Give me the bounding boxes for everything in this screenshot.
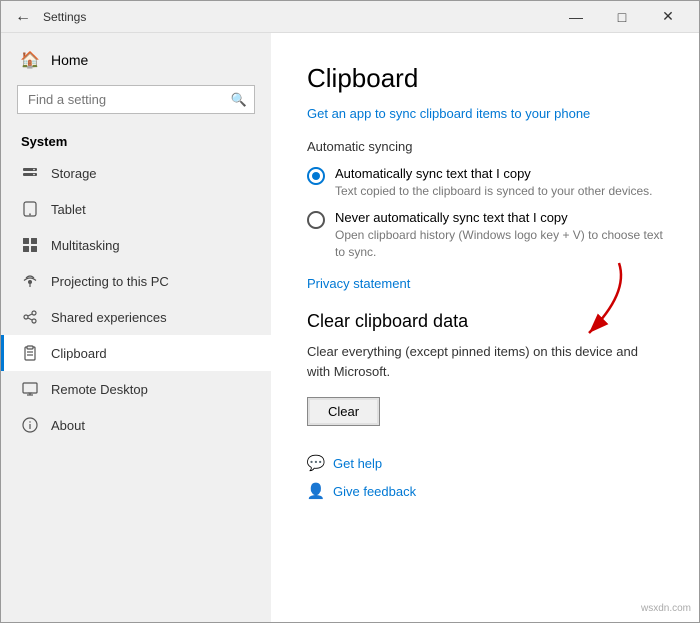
help-icon: 💬 xyxy=(307,454,325,472)
sidebar-item-tablet[interactable]: Tablet xyxy=(1,191,271,227)
tablet-label: Tablet xyxy=(51,202,86,217)
sidebar-item-shared[interactable]: Shared experiences xyxy=(1,299,271,335)
sync-radio-group: Automatically sync text that I copy Text… xyxy=(307,166,663,260)
titlebar-title: Settings xyxy=(43,10,86,24)
projecting-label: Projecting to this PC xyxy=(51,274,169,289)
radio-never-text: Never automatically sync text that I cop… xyxy=(335,210,663,261)
radio-option-never: Never automatically sync text that I cop… xyxy=(307,210,663,261)
radio-never-label: Never automatically sync text that I cop… xyxy=(335,210,663,225)
radio-auto-button[interactable] xyxy=(307,167,325,185)
sync-phone-link[interactable]: Get an app to sync clipboard items to yo… xyxy=(307,106,663,121)
feedback-label: Give feedback xyxy=(333,484,416,499)
remote-label: Remote Desktop xyxy=(51,382,148,397)
sidebar-item-multitasking[interactable]: Multitasking xyxy=(1,227,271,263)
annotation-arrow xyxy=(559,253,639,356)
window-controls: — □ ✕ xyxy=(553,1,691,33)
sidebar-item-remote[interactable]: Remote Desktop xyxy=(1,371,271,407)
watermark: wsxdn.com xyxy=(641,603,691,614)
clipboard-icon xyxy=(21,344,39,362)
tablet-icon xyxy=(21,200,39,218)
home-label: Home xyxy=(51,52,88,68)
titlebar: ← Settings — □ ✕ xyxy=(1,1,699,33)
storage-icon xyxy=(21,164,39,182)
search-container: 🔍 xyxy=(17,85,255,114)
radio-option-auto: Automatically sync text that I copy Text… xyxy=(307,166,663,200)
radio-auto-desc: Text copied to the clipboard is synced t… xyxy=(335,183,653,200)
main-content: Clipboard Get an app to sync clipboard i… xyxy=(271,33,699,622)
multitasking-label: Multitasking xyxy=(51,238,120,253)
sidebar-item-storage[interactable]: Storage xyxy=(1,155,271,191)
get-help-link[interactable]: 💬 Get help xyxy=(307,454,663,472)
minimize-button[interactable]: — xyxy=(553,1,599,33)
help-section: 💬 Get help 👤 Give feedback xyxy=(307,454,663,500)
shared-icon xyxy=(21,308,39,326)
sidebar-section-label: System xyxy=(1,122,271,155)
clear-description: Clear everything (except pinned items) o… xyxy=(307,342,663,381)
auto-sync-section-label: Automatic syncing xyxy=(307,139,663,154)
sidebar-item-about[interactable]: About xyxy=(1,407,271,443)
maximize-button[interactable]: □ xyxy=(599,1,645,33)
search-input[interactable] xyxy=(17,85,255,114)
storage-label: Storage xyxy=(51,166,97,181)
clear-button[interactable]: Clear xyxy=(307,397,380,426)
about-icon xyxy=(21,416,39,434)
radio-auto-label: Automatically sync text that I copy xyxy=(335,166,653,181)
back-button[interactable]: ← xyxy=(9,3,37,31)
privacy-link[interactable]: Privacy statement xyxy=(307,276,663,291)
sidebar-item-clipboard[interactable]: Clipboard xyxy=(1,335,271,371)
page-title: Clipboard xyxy=(307,63,663,94)
feedback-icon: 👤 xyxy=(307,482,325,500)
clipboard-label: Clipboard xyxy=(51,346,107,361)
remote-icon xyxy=(21,380,39,398)
radio-never-desc: Open clipboard history (Windows logo key… xyxy=(335,227,663,261)
help-label: Get help xyxy=(333,456,382,471)
search-icon: 🔍 xyxy=(231,92,247,108)
give-feedback-link[interactable]: 👤 Give feedback xyxy=(307,482,663,500)
shared-label: Shared experiences xyxy=(51,310,167,325)
sidebar-item-home[interactable]: 🏠 Home xyxy=(1,43,271,77)
projecting-icon xyxy=(21,272,39,290)
sidebar-item-projecting[interactable]: Projecting to this PC xyxy=(1,263,271,299)
sidebar: 🏠 Home 🔍 System Storage Tablet xyxy=(1,33,271,622)
radio-auto-text: Automatically sync text that I copy Text… xyxy=(335,166,653,200)
about-label: About xyxy=(51,418,85,433)
content-area: 🏠 Home 🔍 System Storage Tablet xyxy=(1,33,699,622)
multitasking-icon xyxy=(21,236,39,254)
close-button[interactable]: ✕ xyxy=(645,1,691,33)
radio-never-button[interactable] xyxy=(307,211,325,229)
home-icon: 🏠 xyxy=(21,51,39,69)
settings-window: ← Settings — □ ✕ 🏠 Home 🔍 System xyxy=(0,0,700,623)
clear-section-title: Clear clipboard data xyxy=(307,311,663,332)
